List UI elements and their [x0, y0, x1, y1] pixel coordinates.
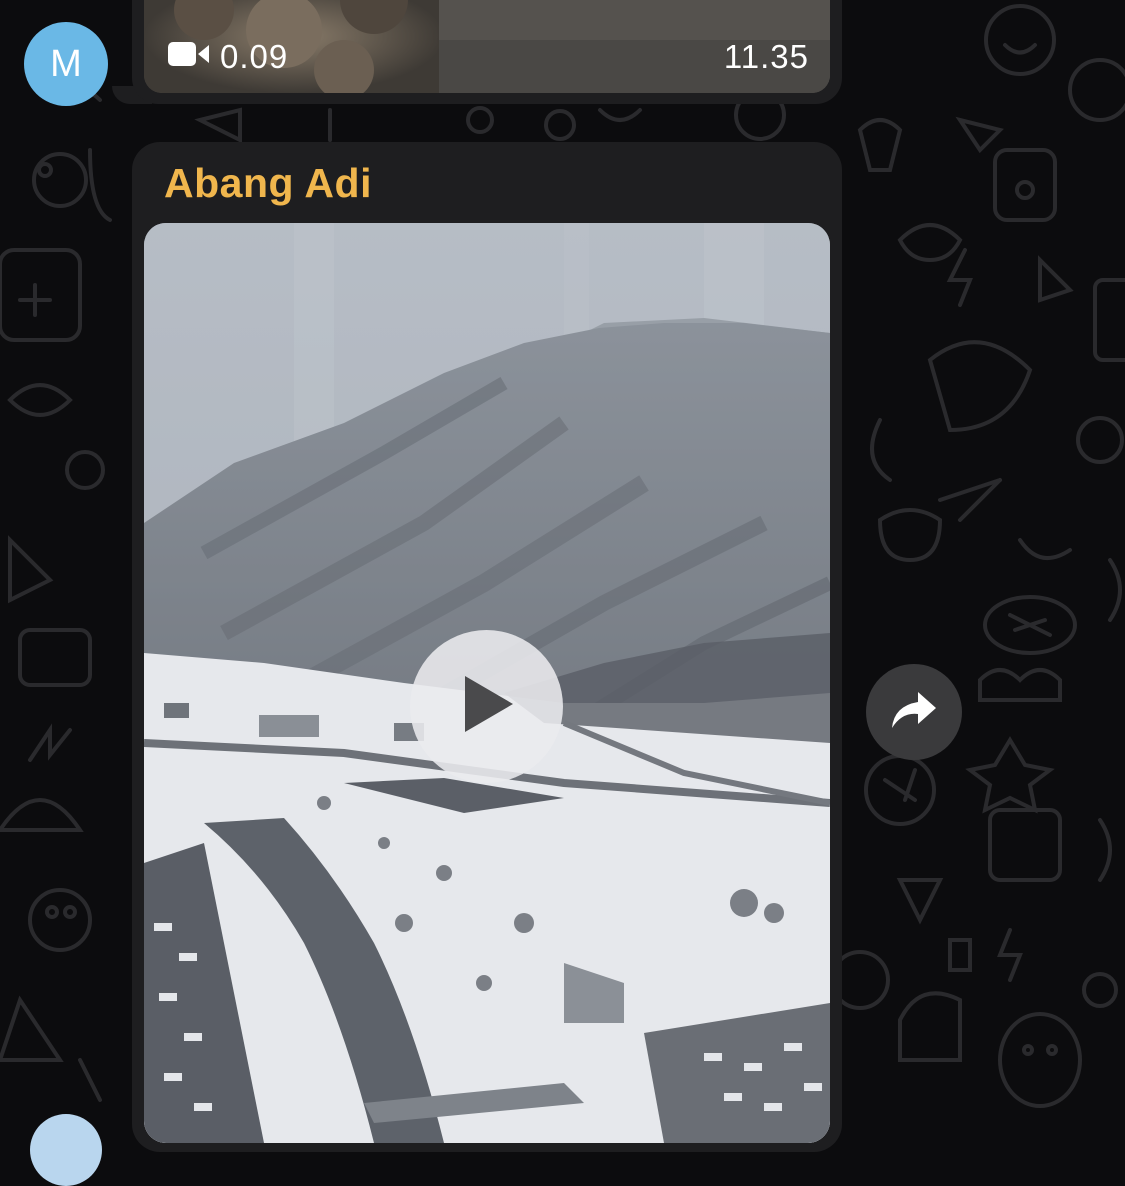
sender-avatar[interactable]: M	[24, 22, 108, 106]
share-button[interactable]	[866, 664, 962, 760]
video-camera-icon	[168, 38, 210, 76]
previous-video-duration: 0.09	[168, 38, 288, 76]
play-button[interactable]	[410, 630, 563, 783]
sender-name[interactable]: Abang Adi	[164, 160, 372, 207]
previous-message-time: 11.35	[723, 38, 809, 75]
duration-text: 0.09	[220, 38, 289, 75]
share-arrow-icon	[890, 690, 938, 735]
avatar-initial: M	[50, 42, 82, 85]
play-icon	[457, 672, 517, 741]
